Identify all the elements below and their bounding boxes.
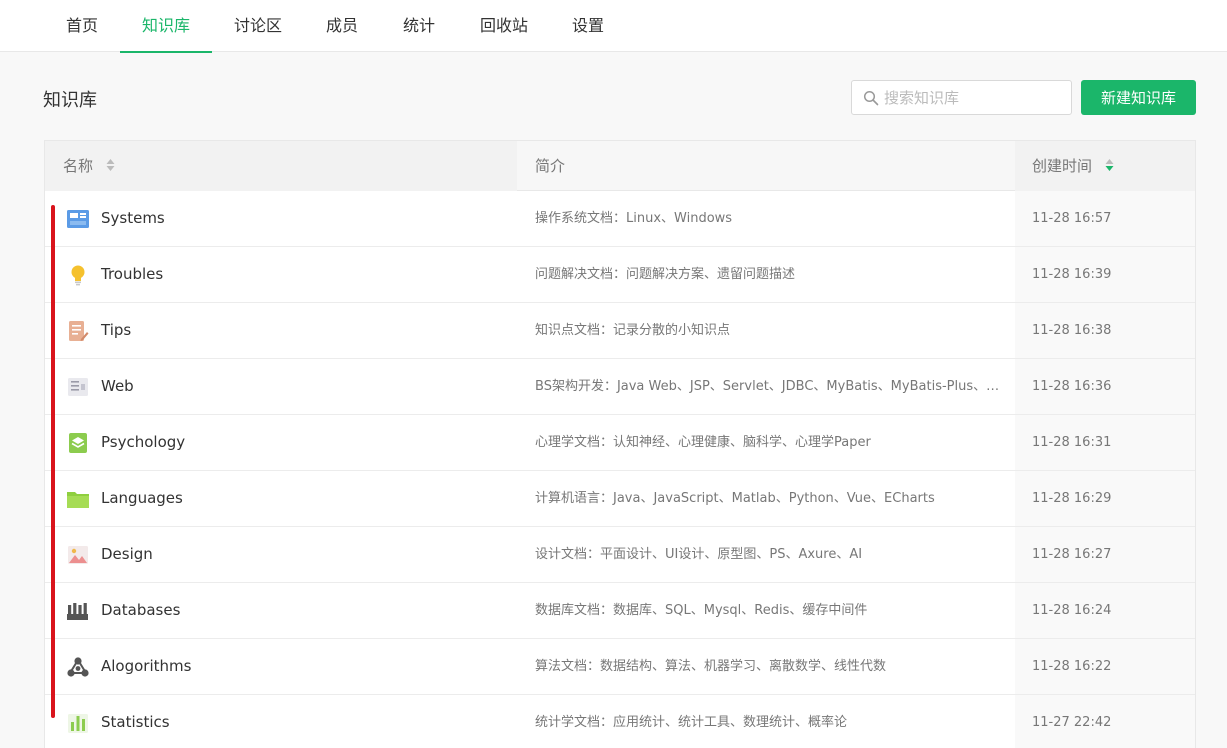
new-knowledge-base-button[interactable]: 新建知识库 <box>1081 80 1196 115</box>
row-description: 设计文档：平面设计、UI设计、原型图、PS、Axure、AI <box>535 547 863 562</box>
row-created-time: 11-28 16:22 <box>1032 659 1112 674</box>
row-name[interactable]: Troubles <box>101 247 163 302</box>
table-row[interactable]: Troubles 问题解决文档：问题解决方案、遗留问题描述 11-28 16:3… <box>45 247 1195 303</box>
row-created-time: 11-28 16:39 <box>1032 267 1112 282</box>
page-title: 知识库 <box>43 90 97 111</box>
sort-icon <box>106 159 115 171</box>
row-created-time: 11-28 16:27 <box>1032 547 1112 562</box>
row-created-time: 11-28 16:57 <box>1032 211 1112 226</box>
row-created-time: 11-28 16:29 <box>1032 491 1112 506</box>
row-description: 数据库文档：数据库、SQL、Mysql、Redis、缓存中间件 <box>535 603 868 618</box>
row-created-time: 11-28 16:38 <box>1032 323 1112 338</box>
column-header-name-label: 名称 <box>63 157 94 175</box>
tab-home[interactable]: 首页 <box>56 0 108 52</box>
tab-statistics[interactable]: 统计 <box>393 0 445 52</box>
row-name[interactable]: Databases <box>101 583 180 638</box>
row-name[interactable]: Design <box>101 527 153 582</box>
picture-icon <box>68 546 88 564</box>
search-icon <box>863 90 879 106</box>
bar-chart-icon <box>68 714 88 733</box>
column-header-time[interactable]: 创建时间 <box>1015 141 1195 191</box>
column-header-time-label: 创建时间 <box>1032 157 1093 175</box>
book-layers-icon <box>69 433 87 453</box>
row-name[interactable]: Psychology <box>101 415 185 470</box>
tab-settings[interactable]: 设置 <box>562 0 614 52</box>
row-description: 问题解决文档：问题解决方案、遗留问题描述 <box>535 267 796 282</box>
knowledge-base-table: 名称 简介 创建时间 Systems 操作系统文档：Linux、Windows <box>44 140 1196 748</box>
row-description: 计算机语言：Java、JavaScript、Matlab、Python、Vue、… <box>535 491 935 506</box>
row-name[interactable]: Systems <box>101 191 165 246</box>
row-description: 统计学文档：应用统计、统计工具、数理统计、概率论 <box>535 715 848 730</box>
table-row[interactable]: Psychology 心理学文档：认知神经、心理健康、脑科学、心理学Paper … <box>45 415 1195 471</box>
row-created-time: 11-28 16:36 <box>1032 379 1112 394</box>
row-name[interactable]: Web <box>101 359 134 414</box>
search-box[interactable] <box>851 80 1072 115</box>
notepad-pen-icon <box>69 321 89 341</box>
tab-recycle-bin[interactable]: 回收站 <box>470 0 538 52</box>
row-name[interactable]: Tips <box>101 303 131 358</box>
tab-discussion[interactable]: 讨论区 <box>224 0 292 52</box>
row-created-time: 11-28 16:31 <box>1032 435 1112 450</box>
row-description: BS架构开发：Java Web、JSP、Servlet、JDBC、MyBatis… <box>535 379 1005 394</box>
sort-desc-icon <box>1105 159 1114 171</box>
table-row[interactable]: Tips 知识点文档：记录分散的小知识点 11-28 16:38 <box>45 303 1195 359</box>
tab-members[interactable]: 成员 <box>316 0 368 52</box>
network-nodes-icon <box>67 657 89 677</box>
row-description: 心理学文档：认知神经、心理健康、脑科学、心理学Paper <box>535 435 871 450</box>
row-created-time: 11-28 16:24 <box>1032 603 1112 618</box>
table-row[interactable]: Alogorithms 算法文档：数据结构、算法、机器学习、离散数学、线性代数 … <box>45 639 1195 695</box>
database-bars-icon <box>67 603 88 620</box>
annotation-marker-line <box>51 205 55 718</box>
blog-board-icon <box>67 210 89 228</box>
column-header-name[interactable]: 名称 <box>45 141 517 191</box>
row-name[interactable]: Statistics <box>101 695 170 748</box>
row-description: 知识点文档：记录分散的小知识点 <box>535 323 731 338</box>
row-name[interactable]: Alogorithms <box>101 639 191 694</box>
search-input[interactable] <box>884 81 1064 114</box>
document-list-icon <box>68 378 88 396</box>
row-name[interactable]: Languages <box>101 471 183 526</box>
table-header: 名称 简介 创建时间 <box>45 141 1195 191</box>
table-row[interactable]: Web BS架构开发：Java Web、JSP、Servlet、JDBC、MyB… <box>45 359 1195 415</box>
top-navigation: 首页 知识库 讨论区 成员 统计 回收站 设置 <box>0 0 1227 53</box>
table-row[interactable]: Statistics 统计学文档：应用统计、统计工具、数理统计、概率论 11-2… <box>45 695 1195 748</box>
table-row[interactable]: Systems 操作系统文档：Linux、Windows 11-28 16:57 <box>45 191 1195 247</box>
folder-icon <box>67 492 89 508</box>
lightbulb-icon <box>71 265 85 286</box>
tab-knowledge-base[interactable]: 知识库 <box>120 0 212 53</box>
row-created-time: 11-27 22:42 <box>1032 715 1112 730</box>
row-description: 操作系统文档：Linux、Windows <box>535 211 733 226</box>
table-row[interactable]: Design 设计文档：平面设计、UI设计、原型图、PS、Axure、AI 11… <box>45 527 1195 583</box>
table-row[interactable]: Databases 数据库文档：数据库、SQL、Mysql、Redis、缓存中间… <box>45 583 1195 639</box>
column-header-desc: 简介 <box>535 157 566 175</box>
table-row[interactable]: Languages 计算机语言：Java、JavaScript、Matlab、P… <box>45 471 1195 527</box>
row-description: 算法文档：数据结构、算法、机器学习、离散数学、线性代数 <box>535 659 887 674</box>
